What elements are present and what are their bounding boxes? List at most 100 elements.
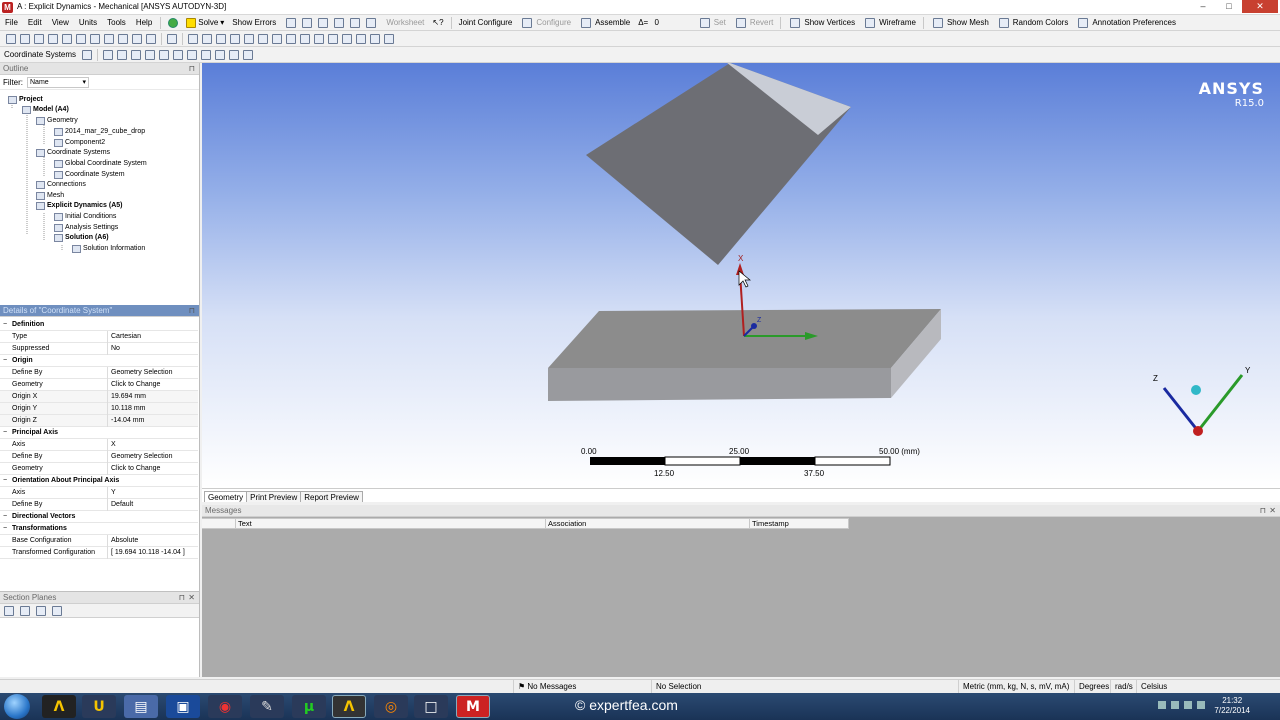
tree-item-coordinate-system[interactable]: Coordinate System [54,170,125,180]
tray-arrow-icon[interactable] [1158,701,1166,709]
volume-icon[interactable] [1197,701,1205,709]
pin-icon[interactable]: ⊓ [1260,505,1266,517]
tab-geometry[interactable]: Geometry [204,491,248,502]
offset-x-icon[interactable] [117,49,128,60]
tool-taskbar-icon[interactable]: ✎ [250,695,284,718]
details-group[interactable]: Orientation About Principal Axis [0,475,198,487]
vertex-select-icon[interactable] [20,33,30,44]
wireframe-button[interactable]: Wireframe [859,17,920,28]
details-value[interactable]: 10.118 mm [111,403,196,415]
details-row[interactable]: Define By Default [0,499,198,511]
select-mode-icon[interactable] [6,33,16,44]
menu-tools[interactable]: Tools [102,18,131,27]
viewport-layout-icon[interactable] [370,33,380,44]
coordinate-system-icon[interactable] [82,49,93,60]
pin-icon[interactable]: ⊓ [189,305,195,317]
element-select-icon[interactable] [104,33,114,44]
details-value[interactable]: 19.694 mm [111,391,196,403]
details-row[interactable]: Axis Y [0,487,198,499]
status-temperature[interactable]: Celsius [1136,680,1167,694]
details-row[interactable]: Axis X [0,439,198,451]
worksheet-button[interactable]: Worksheet [382,18,428,27]
tree-item-solution-information[interactable]: Solution Information [72,244,145,254]
ansys-active-taskbar-icon[interactable]: Λ [332,695,366,718]
delete-transform-icon[interactable] [243,49,254,60]
close-icon[interactable]: ✕ [1269,505,1276,517]
menu-units[interactable]: Units [74,18,102,27]
plate-top-face[interactable] [548,309,941,368]
tree-item-initial-conditions[interactable]: Initial Conditions [54,212,116,222]
details-row[interactable]: Geometry Click to Change [0,463,198,475]
triad-origin[interactable] [1193,426,1203,436]
details-value[interactable]: Absolute [111,535,196,547]
revert-button[interactable]: Revert [730,17,778,28]
rotate-y-icon[interactable] [173,49,184,60]
tab-print-preview[interactable]: Print Preview [246,491,302,502]
face-select-icon[interactable] [48,33,58,44]
details-value[interactable]: Default [111,499,196,511]
text-icon[interactable] [302,17,313,28]
show-plane-icon[interactable] [52,605,62,616]
details-group[interactable]: Principal Axis [0,427,198,439]
maximize-button[interactable]: □ [1216,0,1242,13]
chrome-taskbar-icon[interactable]: ◉ [208,695,242,718]
tree-item-model[interactable]: Model (A4) [22,105,69,115]
tree-item-explicit-dynamics[interactable]: Explicit Dynamics (A5) [36,201,122,211]
details-group[interactable]: Definition [0,319,198,331]
details-value[interactable]: [ 19.694 10.118 -14.04 ] [111,547,196,559]
status-messages[interactable]: ⚑ No Messages [513,680,576,694]
clock[interactable]: 21:32 7/22/2014 [1214,696,1250,716]
triad-iso-ball[interactable] [1191,385,1201,395]
view-options-dropdown-icon[interactable] [384,33,394,44]
help-cursor-icon[interactable]: ↖? [428,18,447,27]
rotate-x-icon[interactable] [159,49,170,60]
flip-icon[interactable] [201,49,212,60]
show-errors-button[interactable]: Show Errors [228,18,280,27]
image-icon[interactable] [366,17,377,28]
zoom-icon[interactable] [216,33,226,44]
menu-help[interactable]: Help [131,18,157,27]
menu-edit[interactable]: Edit [23,18,47,27]
pan-icon[interactable] [202,33,212,44]
column-text[interactable]: Text [236,518,546,529]
details-value[interactable]: Click to Change [111,379,196,391]
body-select-icon[interactable] [62,33,72,44]
show-mesh-button[interactable]: Show Mesh [927,17,993,28]
details-group[interactable]: Origin [0,355,198,367]
save-taskbar-icon[interactable]: ▣ [166,695,200,718]
ansys-taskbar-icon[interactable]: Λ [42,695,76,718]
zoom-fit-icon[interactable] [244,33,254,44]
node-select-icon[interactable] [90,33,100,44]
close-icon[interactable]: ✕ [188,592,195,604]
tree-item-mesh[interactable]: Mesh [36,191,64,201]
details-row[interactable]: Transformed Configuration[ 19.694 10.118… [0,547,198,559]
details-value[interactable]: Y [111,487,196,499]
lock-view-icon[interactable] [342,33,352,44]
close-button[interactable]: ✕ [1242,0,1278,13]
app-icon[interactable]: M [2,2,13,13]
firefox-taskbar-icon[interactable]: ◎ [374,695,408,718]
annotation-icon[interactable] [350,17,361,28]
probe-icon[interactable] [334,17,345,28]
extend-selection-icon[interactable] [76,33,86,44]
ultraedit-taskbar-icon[interactable]: U [82,695,116,718]
details-row[interactable]: Geometry Click to Change [0,379,198,391]
details-value[interactable]: Geometry Selection [111,451,196,463]
details-group[interactable]: Transformations [0,523,198,535]
details-row[interactable]: Define By Geometry Selection [0,367,198,379]
mesh-select-icon[interactable] [118,33,128,44]
details-row[interactable]: Suppressed No [0,343,198,355]
tree-item-analysis-settings[interactable]: Analysis Settings [54,223,118,233]
joint-configure-button[interactable]: Joint Configure [455,18,517,27]
pin-icon[interactable]: ⊓ [179,592,185,604]
mechanical-taskbar-icon[interactable]: M [456,695,490,718]
assemble-button[interactable]: Assemble [575,17,634,28]
explorer-taskbar-icon[interactable]: ▤ [124,695,158,718]
details-row[interactable]: Base Configuration Absolute [0,535,198,547]
next-view-icon[interactable] [286,33,296,44]
details-row[interactable]: Type Cartesian [0,331,198,343]
tree-item-solution[interactable]: Solution (A6) [54,233,109,243]
tab-report-preview[interactable]: Report Preview [300,491,363,502]
status-units[interactable]: Metric (mm, kg, N, s, mV, mA) [958,680,1069,694]
details-row[interactable]: Origin Z -14.04 mm [0,415,198,427]
